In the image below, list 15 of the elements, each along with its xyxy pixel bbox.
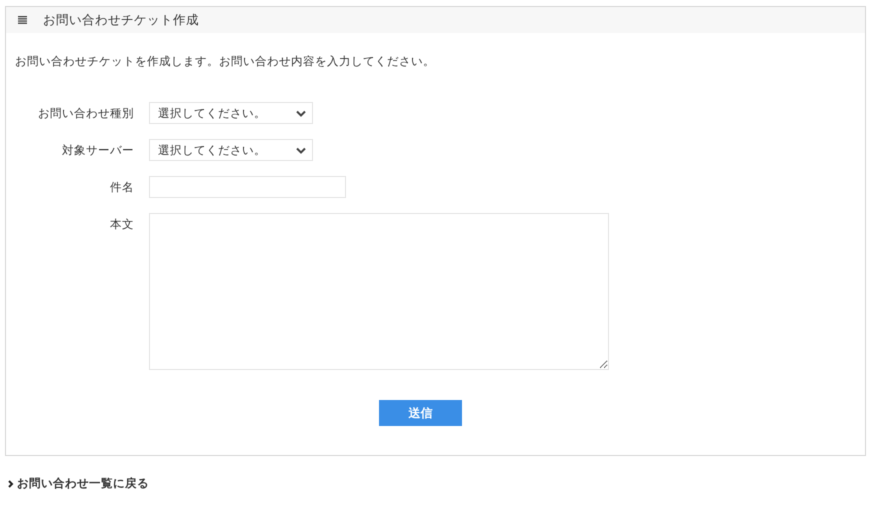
subject-field[interactable] [149, 176, 346, 198]
chevron-right-icon [8, 480, 14, 488]
dropdown[interactable]: 選択してください。 [149, 102, 313, 124]
dropdown[interactable]: 選択してください。 [149, 139, 313, 161]
chevron-down-icon [296, 110, 306, 116]
body-field[interactable] [149, 213, 609, 370]
chevron-down-icon [296, 146, 306, 154]
field-label: 件名 [109, 179, 134, 196]
field-label: お問い合わせ種別 [37, 105, 134, 122]
menu-icon [18, 16, 27, 24]
back-link[interactable]: お問い合わせ一覧に戻る [8, 476, 149, 491]
field-label: 本文 [109, 216, 134, 233]
field-label: 対象サーバー [61, 142, 134, 159]
panel-title: お問い合わせチケット作成 [43, 12, 199, 28]
intro-text: お問い合わせチケットを作成します。お問い合わせ内容を入力してください。 [15, 54, 436, 69]
